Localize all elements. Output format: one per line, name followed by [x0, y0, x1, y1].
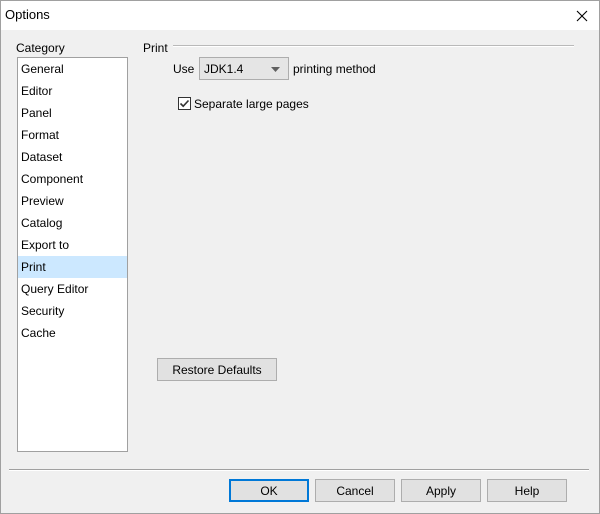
- printing-method-dropdown[interactable]: JDK1.4: [199, 57, 289, 80]
- category-label: Category: [16, 41, 65, 55]
- printing-method-label: printing method: [293, 62, 376, 76]
- help-button[interactable]: Help: [487, 479, 567, 502]
- category-item-editor[interactable]: Editor: [18, 80, 127, 102]
- category-item-export-to[interactable]: Export to: [18, 234, 127, 256]
- category-item-query-editor[interactable]: Query Editor: [18, 278, 127, 300]
- category-item-cache[interactable]: Cache: [18, 322, 127, 344]
- chevron-down-icon: [271, 67, 280, 72]
- checkmark-icon: [179, 99, 190, 108]
- category-item-general[interactable]: General: [18, 58, 127, 80]
- separate-large-pages-label[interactable]: Separate large pages: [194, 97, 309, 111]
- dialog-title: Options: [5, 7, 50, 22]
- separate-large-pages-checkbox[interactable]: [178, 97, 191, 110]
- printing-method-value: JDK1.4: [204, 62, 244, 76]
- close-icon: [576, 10, 588, 21]
- category-item-print[interactable]: Print: [18, 256, 127, 278]
- category-item-catalog[interactable]: Catalog: [18, 212, 127, 234]
- category-item-preview[interactable]: Preview: [18, 190, 127, 212]
- options-dialog: Options Category General Editor Panel Fo…: [0, 0, 600, 514]
- category-item-panel[interactable]: Panel: [18, 102, 127, 124]
- ok-button[interactable]: OK: [229, 479, 309, 502]
- footer-divider: [9, 469, 589, 471]
- apply-button[interactable]: Apply: [401, 479, 481, 502]
- restore-defaults-button[interactable]: Restore Defaults: [157, 358, 277, 381]
- cancel-button[interactable]: Cancel: [315, 479, 395, 502]
- category-item-security[interactable]: Security: [18, 300, 127, 322]
- group-divider: [173, 45, 574, 47]
- close-button[interactable]: [565, 1, 599, 30]
- print-group-title: Print: [143, 41, 168, 55]
- title-bar: Options: [1, 1, 599, 30]
- use-label: Use: [173, 62, 195, 76]
- category-item-dataset[interactable]: Dataset: [18, 146, 127, 168]
- category-item-format[interactable]: Format: [18, 124, 127, 146]
- category-item-component[interactable]: Component: [18, 168, 127, 190]
- category-list[interactable]: General Editor Panel Format Dataset Comp…: [17, 57, 128, 452]
